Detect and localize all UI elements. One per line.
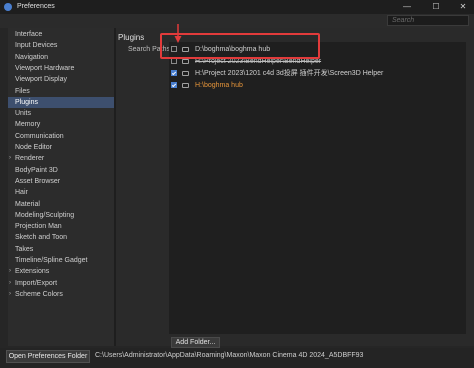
search-placeholder: Search	[392, 17, 415, 24]
chevron-right-icon[interactable]: ›	[9, 266, 11, 277]
path-text: H:\Project 2023\1201 c4d 3d投屏 插件开发\Scree…	[195, 70, 384, 77]
title-bar: Preferences — ☐ ✕	[0, 0, 474, 14]
chevron-right-icon[interactable]: ›	[9, 278, 11, 289]
sidebar-item-label: Communication	[15, 132, 64, 140]
maximize-button[interactable]: ☐	[427, 2, 445, 12]
sidebar-item[interactable]: Sketch and Toon	[8, 232, 114, 243]
open-preferences-folder-button[interactable]: Open Preferences Folder	[6, 350, 90, 363]
sidebar-item[interactable]: › Scheme Colors	[8, 289, 114, 300]
sidebar-item-label: Scheme Colors	[15, 290, 63, 298]
sidebar-item-label: Plugins	[15, 98, 38, 106]
sidebar-item[interactable]: Interface	[8, 29, 114, 40]
sidebar-item[interactable]: Material	[8, 199, 114, 210]
sidebar-item-label: Modeling/Sculpting	[15, 211, 75, 219]
sidebar-item[interactable]: Projection Man	[8, 221, 114, 232]
window-title: Preferences	[17, 3, 55, 10]
sidebar-item-label: Units	[15, 110, 31, 118]
sidebar-item-label: Renderer	[15, 155, 45, 163]
sidebar-item[interactable]: Timeline/Spline Gadget	[8, 255, 114, 266]
sidebar-item[interactable]: Units	[8, 108, 114, 119]
sidebar-item[interactable]: Viewport Hardware	[8, 63, 114, 74]
add-folder-button[interactable]: Add Folder...	[171, 337, 220, 348]
sidebar-item[interactable]: Memory	[8, 119, 114, 130]
sidebar-item-label: Viewport Hardware	[15, 64, 75, 72]
sidebar-item-label: Memory	[15, 121, 41, 129]
folder-icon	[182, 83, 189, 88]
sidebar-item-label: Files	[15, 87, 30, 95]
app-icon	[4, 3, 12, 11]
sidebar-item[interactable]: Modeling/Sculpting	[8, 210, 114, 221]
sidebar-item[interactable]: Input Devices	[8, 40, 114, 51]
sidebar-item[interactable]: Communication	[8, 131, 114, 142]
page-title: Plugins	[118, 33, 145, 42]
sidebar-item[interactable]: Takes	[8, 244, 114, 255]
sidebar-item-label: Viewport Display	[15, 76, 68, 84]
sidebar-item-label: Sketch and Toon	[15, 234, 68, 242]
sidebar-item-label: BodyPaint 3D	[15, 166, 58, 174]
chevron-right-icon[interactable]: ›	[9, 289, 11, 300]
sidebar-item-label: Timeline/Spline Gadget	[15, 257, 88, 264]
sidebar-item-label: Hair	[15, 189, 28, 197]
sidebar-item[interactable]: Plugins	[8, 96, 114, 108]
folder-icon	[182, 71, 189, 76]
sidebar-item-label: Takes	[15, 245, 34, 253]
sidebar-item[interactable]: › Extensions	[8, 266, 114, 277]
sidebar-item-label: Node Editor	[15, 144, 52, 151]
sidebar-item[interactable]: Files	[8, 86, 114, 97]
sidebar-item[interactable]: Hair	[8, 187, 114, 198]
sidebar-item-label: Import/Export	[15, 279, 58, 287]
sidebar-item[interactable]: BodyPaint 3D	[8, 165, 114, 176]
preferences-path: C:\Users\Administrator\AppData\Roaming\M…	[95, 352, 364, 359]
sidebar-item[interactable]: › Import/Export	[8, 278, 114, 289]
sidebar-item-label: Projection Man	[15, 223, 62, 231]
path-checkbox[interactable]	[171, 70, 177, 76]
sidebar-item-label: Interface	[15, 31, 43, 38]
sidebar-item-label: Material	[15, 200, 40, 208]
sidebar-item[interactable]: Navigation	[8, 52, 114, 63]
sidebar-item-label: Extensions	[15, 268, 50, 276]
minimize-button[interactable]: —	[398, 2, 416, 12]
close-button[interactable]: ✕	[454, 2, 472, 12]
sidebar-item-label: Asset Browser	[15, 177, 61, 185]
folder-icon	[182, 59, 189, 64]
sidebar-item[interactable]: Asset Browser	[8, 176, 114, 187]
highlight-box	[160, 33, 320, 59]
red-arrow-icon	[174, 24, 182, 43]
sidebar-item[interactable]: Viewport Display	[8, 74, 114, 85]
search-input[interactable]: Search	[387, 15, 469, 26]
chevron-right-icon[interactable]: ›	[9, 153, 11, 164]
path-text: H:\boghma hub	[195, 82, 243, 89]
sidebar-item-label: Input Devices	[15, 42, 58, 50]
sidebar-item[interactable]: Node Editor	[8, 142, 114, 153]
sidebar-item[interactable]: › Renderer	[8, 153, 114, 164]
sidebar-item-label: Navigation	[15, 53, 49, 61]
path-checkbox[interactable]	[171, 82, 177, 88]
